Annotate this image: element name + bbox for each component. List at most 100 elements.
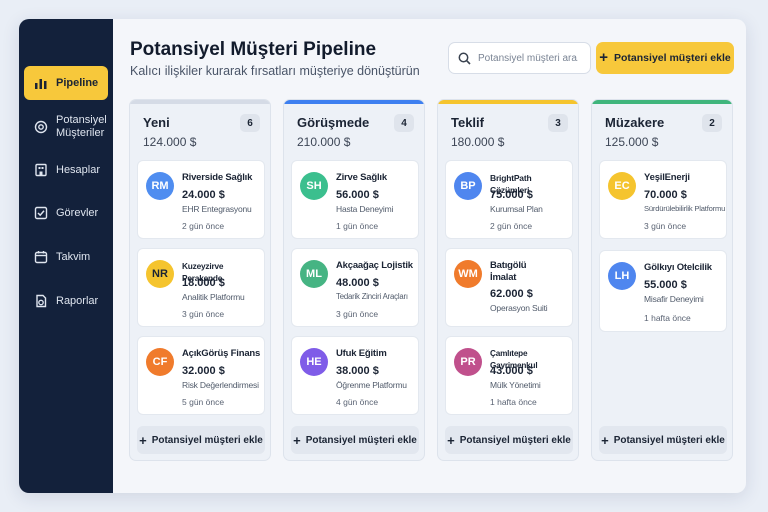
column-total: 210.000 $ [297,135,351,149]
sidebar-item-label: Takvim [56,250,91,263]
avatar: PR [454,348,482,376]
column-count-badge: 4 [394,114,414,132]
lead-card[interactable]: CF AçıkGörüş Finans 32.000 $ Risk Değerl… [137,336,265,415]
lead-amount: 38.000 $ [336,365,379,377]
lead-time: 1 gün önce [336,221,379,231]
column-add-lead-button[interactable]: + Potansiyel müşteri ekle [137,426,265,454]
lead-card[interactable]: WM Batıgölü İmalat 62.000 $ Operasyon Su… [445,248,573,327]
column-title: Müzakere [605,115,665,130]
column-color-bar [438,100,578,104]
page-subtitle: Kalıcı ilişkiler kurarak fırsatları müşt… [130,64,420,78]
lead-card[interactable]: RM Riverside Sağlık 24.000 $ EHR Entegra… [137,160,265,239]
pipeline-column-gorusmede: Görüşmede 4 210.000 $ SH Zirve Sağlık 56… [283,99,425,461]
report-icon [36,294,47,308]
sidebar-item-accounts[interactable]: Hesaplar [24,153,108,187]
lead-card[interactable]: EC YeşilEnerji 70.000 $ Sürdürülebilirli… [599,160,727,239]
avatar: HE [300,348,328,376]
lead-time: 1 hafta önce [490,397,537,407]
lead-product: Kurumsal Plan [490,204,543,214]
page-title: Potansiyel Müşteri Pipeline [130,39,377,60]
lead-name: AçıkGörüş Finans [182,348,261,359]
lead-name: YeşilEnerji [644,172,690,183]
lead-card[interactable]: HE Ufuk Eğitim 38.000 $ Öğrenme Platform… [291,336,419,415]
app-window: Pipeline Potansiyel Müşteriler Hesaplar … [19,19,746,493]
sidebar-item-calendar[interactable]: Takvim [24,240,108,274]
lead-time: 2 gün önce [490,221,533,231]
avatar: ML [300,260,328,288]
column-add-lead-button[interactable]: + Potansiyel müşteri ekle [445,426,573,454]
column-total: 125.000 $ [605,135,659,149]
lead-time: 4 gün önce [336,397,379,407]
lead-card[interactable]: PR Çamlıtepe Gayrimenkul 43.000 $ Mülk Y… [445,336,573,415]
lead-amount: 43.000 $ [490,365,533,377]
avatar: RM [146,172,174,200]
lead-card[interactable]: NR Kuzeyzirve Perakende 18.000 $ Analiti… [137,248,265,327]
add-lead-button-label: Potansiyel müşteri ekle [614,52,731,64]
sidebar-item-pipeline[interactable]: Pipeline [24,66,108,100]
lead-card[interactable]: BP BrightPath Çözümleri 75.000 $ Kurumsa… [445,160,573,239]
lead-time: 1 hafta önce [644,313,691,323]
column-add-lead-label: Potansiyel müşteri ekle [305,434,417,446]
column-add-lead-button[interactable]: + Potansiyel müşteri ekle [291,426,419,454]
lead-amount: 75.000 $ [490,189,533,201]
lead-amount: 48.000 $ [336,277,379,289]
lead-card[interactable]: ML Akçaağaç Lojistik 48.000 $ Tedarik Zi… [291,248,419,327]
column-add-lead-label: Potansiyel müşteri ekle [613,434,725,446]
pipeline-column-muzakere: Müzakere 2 125.000 $ EC YeşilEnerji 70.0… [591,99,733,461]
avatar: NR [146,260,174,288]
lead-amount: 62.000 $ [490,288,533,300]
column-color-bar [130,100,270,104]
avatar: LH [608,262,636,290]
sidebar: Pipeline Potansiyel Müşteriler Hesaplar … [19,19,113,493]
pipeline-column-teklif: Teklif 3 180.000 $ BP BrightPath Çözümle… [437,99,579,461]
lead-time: 3 gün önce [644,221,687,231]
lead-card[interactable]: LH Gölkıyı Otelcilik 55.000 $ Misafir De… [599,250,727,332]
lead-name: Akçaağaç Lojistik [336,260,413,271]
lead-card[interactable]: SH Zirve Sağlık 56.000 $ Hasta Deneyimi … [291,160,419,239]
column-title: Görüşmede [297,115,370,130]
lead-time: 3 gün önce [336,309,379,319]
sidebar-item-leads[interactable]: Potansiyel Müşteriler [24,109,108,145]
lead-name: Batıgölü İmalat [490,260,527,283]
search-input[interactable] [478,52,578,64]
lead-time: 5 gün önce [182,397,225,407]
lead-amount: 55.000 $ [644,279,687,291]
sidebar-item-label: Görevler [56,206,99,219]
lead-amount: 70.000 $ [644,189,687,201]
sidebar-item-reports[interactable]: Raporlar [24,284,108,318]
lead-product: Analitik Platformu [182,292,245,302]
lead-product: Misafir Deneyimi [644,294,704,304]
lead-amount: 32.000 $ [182,365,225,377]
sidebar-item-label: Raporlar [56,294,99,307]
column-add-lead-label: Potansiyel müşteri ekle [459,434,571,446]
pipeline-column-yeni: Yeni 6 124.000 $ RM Riverside Sağlık 24.… [129,99,271,461]
search-box[interactable] [448,42,591,74]
lead-name: Gölkıyı Otelcilik [644,262,712,273]
lead-product: Mülk Yönetimi [490,380,541,390]
column-count-badge: 3 [548,114,568,132]
column-count-badge: 2 [702,114,722,132]
column-add-lead-button[interactable]: + Potansiyel müşteri ekle [599,426,727,454]
plus-icon: + [293,432,301,448]
lead-product: Hasta Deneyimi [336,204,394,214]
search-icon [458,52,471,65]
lead-product: EHR Entegrasyonu [182,204,252,214]
column-title: Teklif [451,115,484,130]
chart-bar-icon [35,79,47,89]
lead-product: Sürdürülebilirlik Platformu [644,204,726,213]
sidebar-item-label: Pipeline [56,76,99,89]
avatar: WM [454,260,482,288]
add-lead-button[interactable]: + Potansiyel müşteri ekle [596,42,734,74]
sidebar-item-label: Hesaplar [56,163,101,176]
column-count-badge: 6 [240,114,260,132]
column-total: 180.000 $ [451,135,505,149]
lead-product: Risk Değerlendirmesi [182,380,259,390]
plus-icon: + [447,432,455,448]
calendar-icon [34,251,48,264]
column-add-lead-label: Potansiyel müşteri ekle [151,434,263,446]
avatar: CF [146,348,174,376]
avatar: EC [608,172,636,200]
avatar: BP [454,172,482,200]
plus-icon: + [599,49,609,66]
sidebar-item-tasks[interactable]: Görevler [24,196,108,230]
